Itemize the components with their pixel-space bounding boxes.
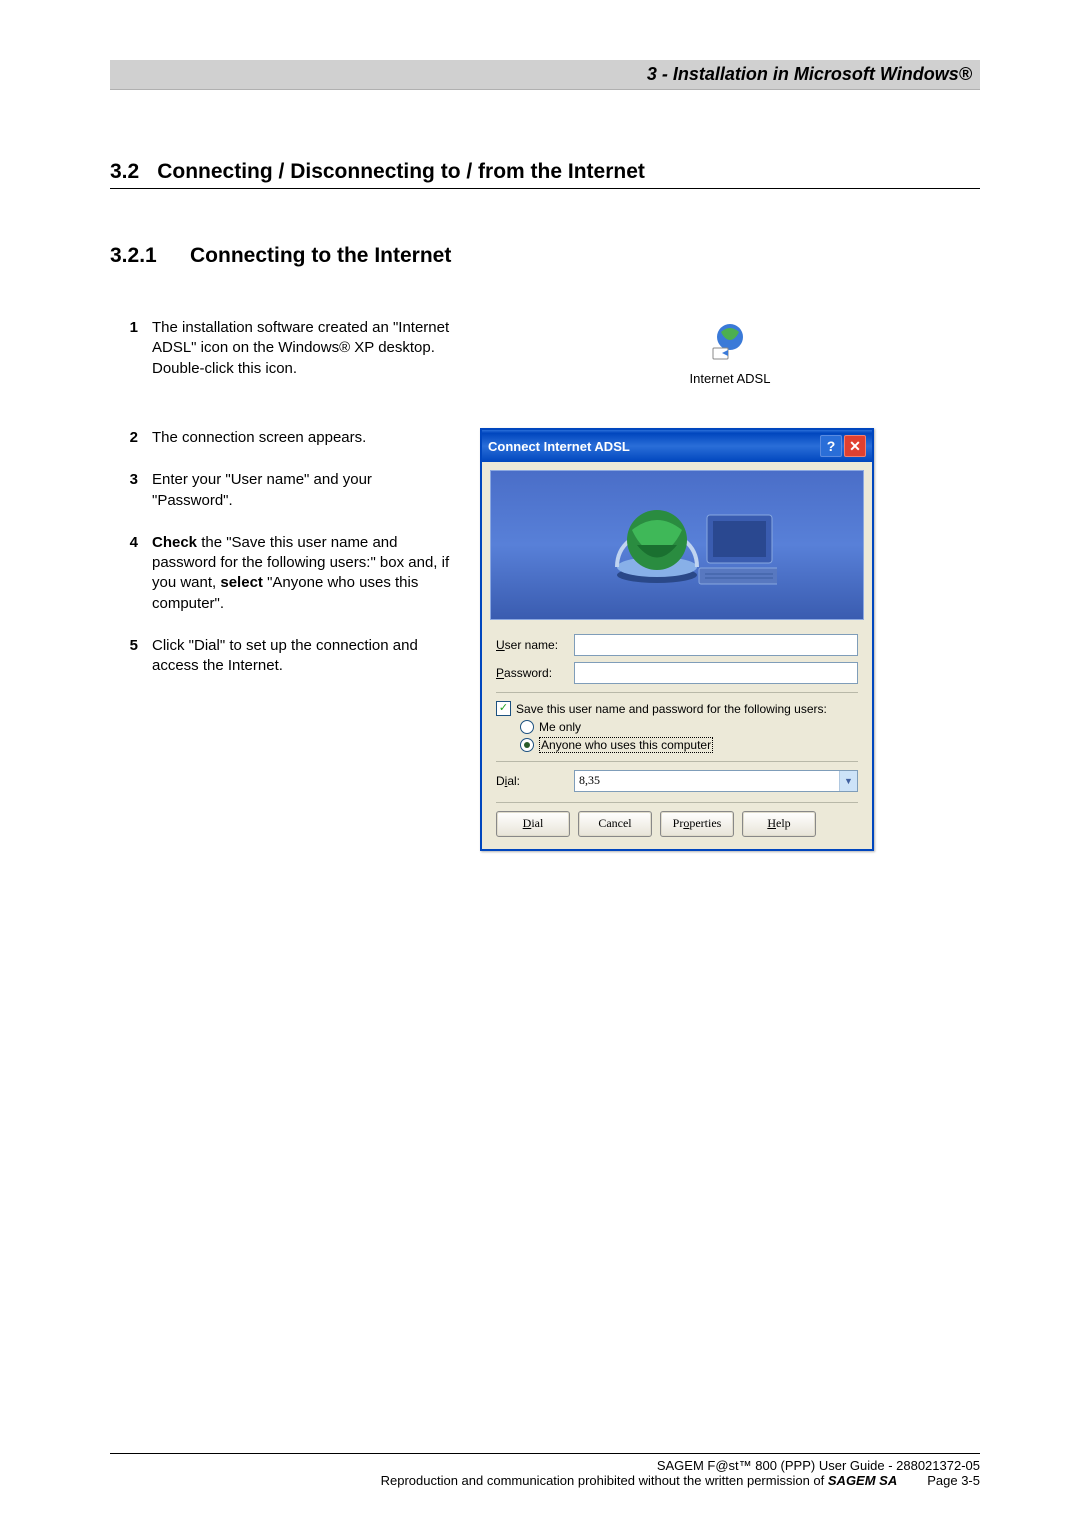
- subsection-heading: 3.2.1Connecting to the Internet: [110, 244, 980, 268]
- subsection-number: 3.2.1: [110, 244, 190, 268]
- radio-anyone[interactable]: [520, 738, 534, 752]
- dial-value: 8,35: [575, 771, 839, 791]
- save-checkbox-label: Save this user name and password for the…: [516, 702, 827, 716]
- dialog-titlebar: Connect Internet ADSL ? ✕: [482, 430, 872, 462]
- dial-label: Dial:: [496, 774, 574, 788]
- save-checkbox[interactable]: ✓: [496, 701, 511, 716]
- step-item: 2 The connection screen appears.: [110, 428, 450, 448]
- footer-brand: SAGEM SA: [828, 1473, 897, 1488]
- dialog-title: Connect Internet ADSL: [488, 439, 820, 454]
- footer-line2: Reproduction and communication prohibite…: [381, 1473, 898, 1488]
- password-input[interactable]: [574, 662, 858, 684]
- step-text: Enter your "User name" and your "Passwor…: [152, 470, 450, 511]
- properties-button[interactable]: Properties: [660, 811, 734, 837]
- step-text: Click "Dial" to set up the connection an…: [152, 636, 450, 677]
- step-list-b: 2 The connection screen appears. 3 Enter…: [110, 428, 450, 676]
- step-item: 5 Click "Dial" to set up the connection …: [110, 636, 450, 677]
- step-number: 1: [110, 318, 152, 379]
- page-footer: SAGEM F@st™ 800 (PPP) User Guide - 28802…: [110, 1453, 980, 1488]
- section-number: 3.2: [110, 160, 139, 184]
- radio-me-only[interactable]: [520, 720, 534, 734]
- page-header: 3 - Installation in Microsoft Windows®: [110, 60, 980, 90]
- username-input[interactable]: [574, 634, 858, 656]
- divider: [496, 692, 858, 693]
- divider: [496, 761, 858, 762]
- section-heading: 3.2 Connecting / Disconnecting to / from …: [110, 160, 980, 189]
- footer-line1: SAGEM F@st™ 800 (PPP) User Guide - 28802…: [110, 1458, 980, 1473]
- cancel-button[interactable]: Cancel: [578, 811, 652, 837]
- username-row: User name:: [496, 634, 858, 656]
- step-number: 5: [110, 636, 152, 677]
- radio-me-only-row[interactable]: Me only: [520, 720, 858, 734]
- dialog-banner: [490, 470, 864, 620]
- desktop-icon-label: Internet ADSL: [690, 371, 771, 386]
- step-number: 4: [110, 533, 152, 614]
- desktop-shortcut-icon: Internet ADSL: [480, 318, 980, 418]
- password-row: Password:: [496, 662, 858, 684]
- step-text: The installation software created an "In…: [152, 318, 450, 379]
- step-text: Check the "Save this user name and passw…: [152, 533, 450, 614]
- step-number: 3: [110, 470, 152, 511]
- page-header-text: 3 - Installation in Microsoft Windows®: [647, 64, 972, 84]
- radio-anyone-label: Anyone who uses this computer: [539, 737, 713, 753]
- dial-button[interactable]: Dial: [496, 811, 570, 837]
- close-icon[interactable]: ✕: [844, 435, 866, 457]
- step-item: 4 Check the "Save this user name and pas…: [110, 533, 450, 614]
- step-text: The connection screen appears.: [152, 428, 366, 448]
- radio-anyone-row[interactable]: Anyone who uses this computer: [520, 737, 858, 753]
- save-credentials-row[interactable]: ✓ Save this user name and password for t…: [496, 701, 858, 716]
- footer-page: Page 3-5: [927, 1473, 980, 1488]
- step-number: 2: [110, 428, 152, 448]
- subsection-title-text: Connecting to the Internet: [190, 244, 451, 267]
- chevron-down-icon[interactable]: ▼: [839, 771, 857, 791]
- radio-me-only-label: Me only: [539, 720, 581, 734]
- step-item: 1 The installation software created an "…: [110, 318, 450, 379]
- step-item: 3 Enter your "User name" and your "Passw…: [110, 470, 450, 511]
- username-label: User name:: [496, 638, 574, 652]
- dial-combo[interactable]: 8,35 ▼: [574, 770, 858, 792]
- divider: [496, 802, 858, 803]
- connect-dialog: Connect Internet ADSL ? ✕: [480, 428, 874, 851]
- internet-adsl-icon: [709, 320, 751, 362]
- step-list-a: 1 The installation software created an "…: [110, 318, 450, 379]
- section-title-text: Connecting / Disconnecting to / from the…: [157, 160, 645, 183]
- help-icon[interactable]: ?: [820, 435, 842, 457]
- help-button[interactable]: Help: [742, 811, 816, 837]
- password-label: Password:: [496, 666, 574, 680]
